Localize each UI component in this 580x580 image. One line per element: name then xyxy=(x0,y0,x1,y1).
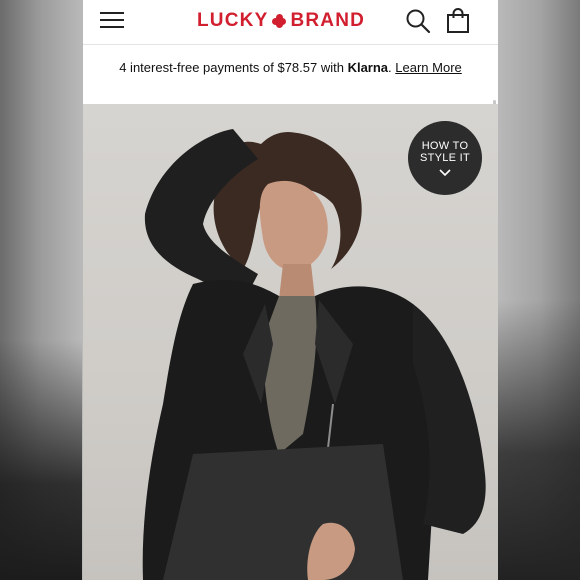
clover-icon xyxy=(272,14,287,28)
payment-text: 4 interest-free payments of $78.57 with xyxy=(119,60,348,75)
chevron-down-icon xyxy=(439,169,451,177)
shopping-bag-icon[interactable] xyxy=(446,8,470,34)
product-image[interactable]: HOW TO STYLE IT xyxy=(83,104,498,580)
search-icon[interactable] xyxy=(405,8,431,34)
blurred-background-right xyxy=(498,300,580,580)
blurred-background-left xyxy=(0,340,82,580)
klarna-payment-message: 4 interest-free payments of $78.57 with … xyxy=(83,60,498,75)
style-button-label: HOW TO STYLE IT xyxy=(408,140,482,164)
brand-logo[interactable]: LUCKY BRAND xyxy=(197,9,365,33)
how-to-style-it-button[interactable]: HOW TO STYLE IT xyxy=(408,121,482,195)
site-header: LUCKY BRAND xyxy=(83,0,498,45)
klarna-label: Klarna xyxy=(347,60,389,75)
style-button-line1: HOW TO xyxy=(421,140,469,152)
logo-word-brand: BRAND xyxy=(290,10,366,31)
logo-word-lucky: LUCKY xyxy=(197,10,269,31)
style-button-line2: STYLE IT xyxy=(419,152,471,164)
menu-icon[interactable] xyxy=(100,10,124,30)
learn-more-link[interactable]: Learn More xyxy=(395,60,461,75)
mobile-screen: LUCKY BRAND 4 interest-free payments of … xyxy=(83,0,498,580)
